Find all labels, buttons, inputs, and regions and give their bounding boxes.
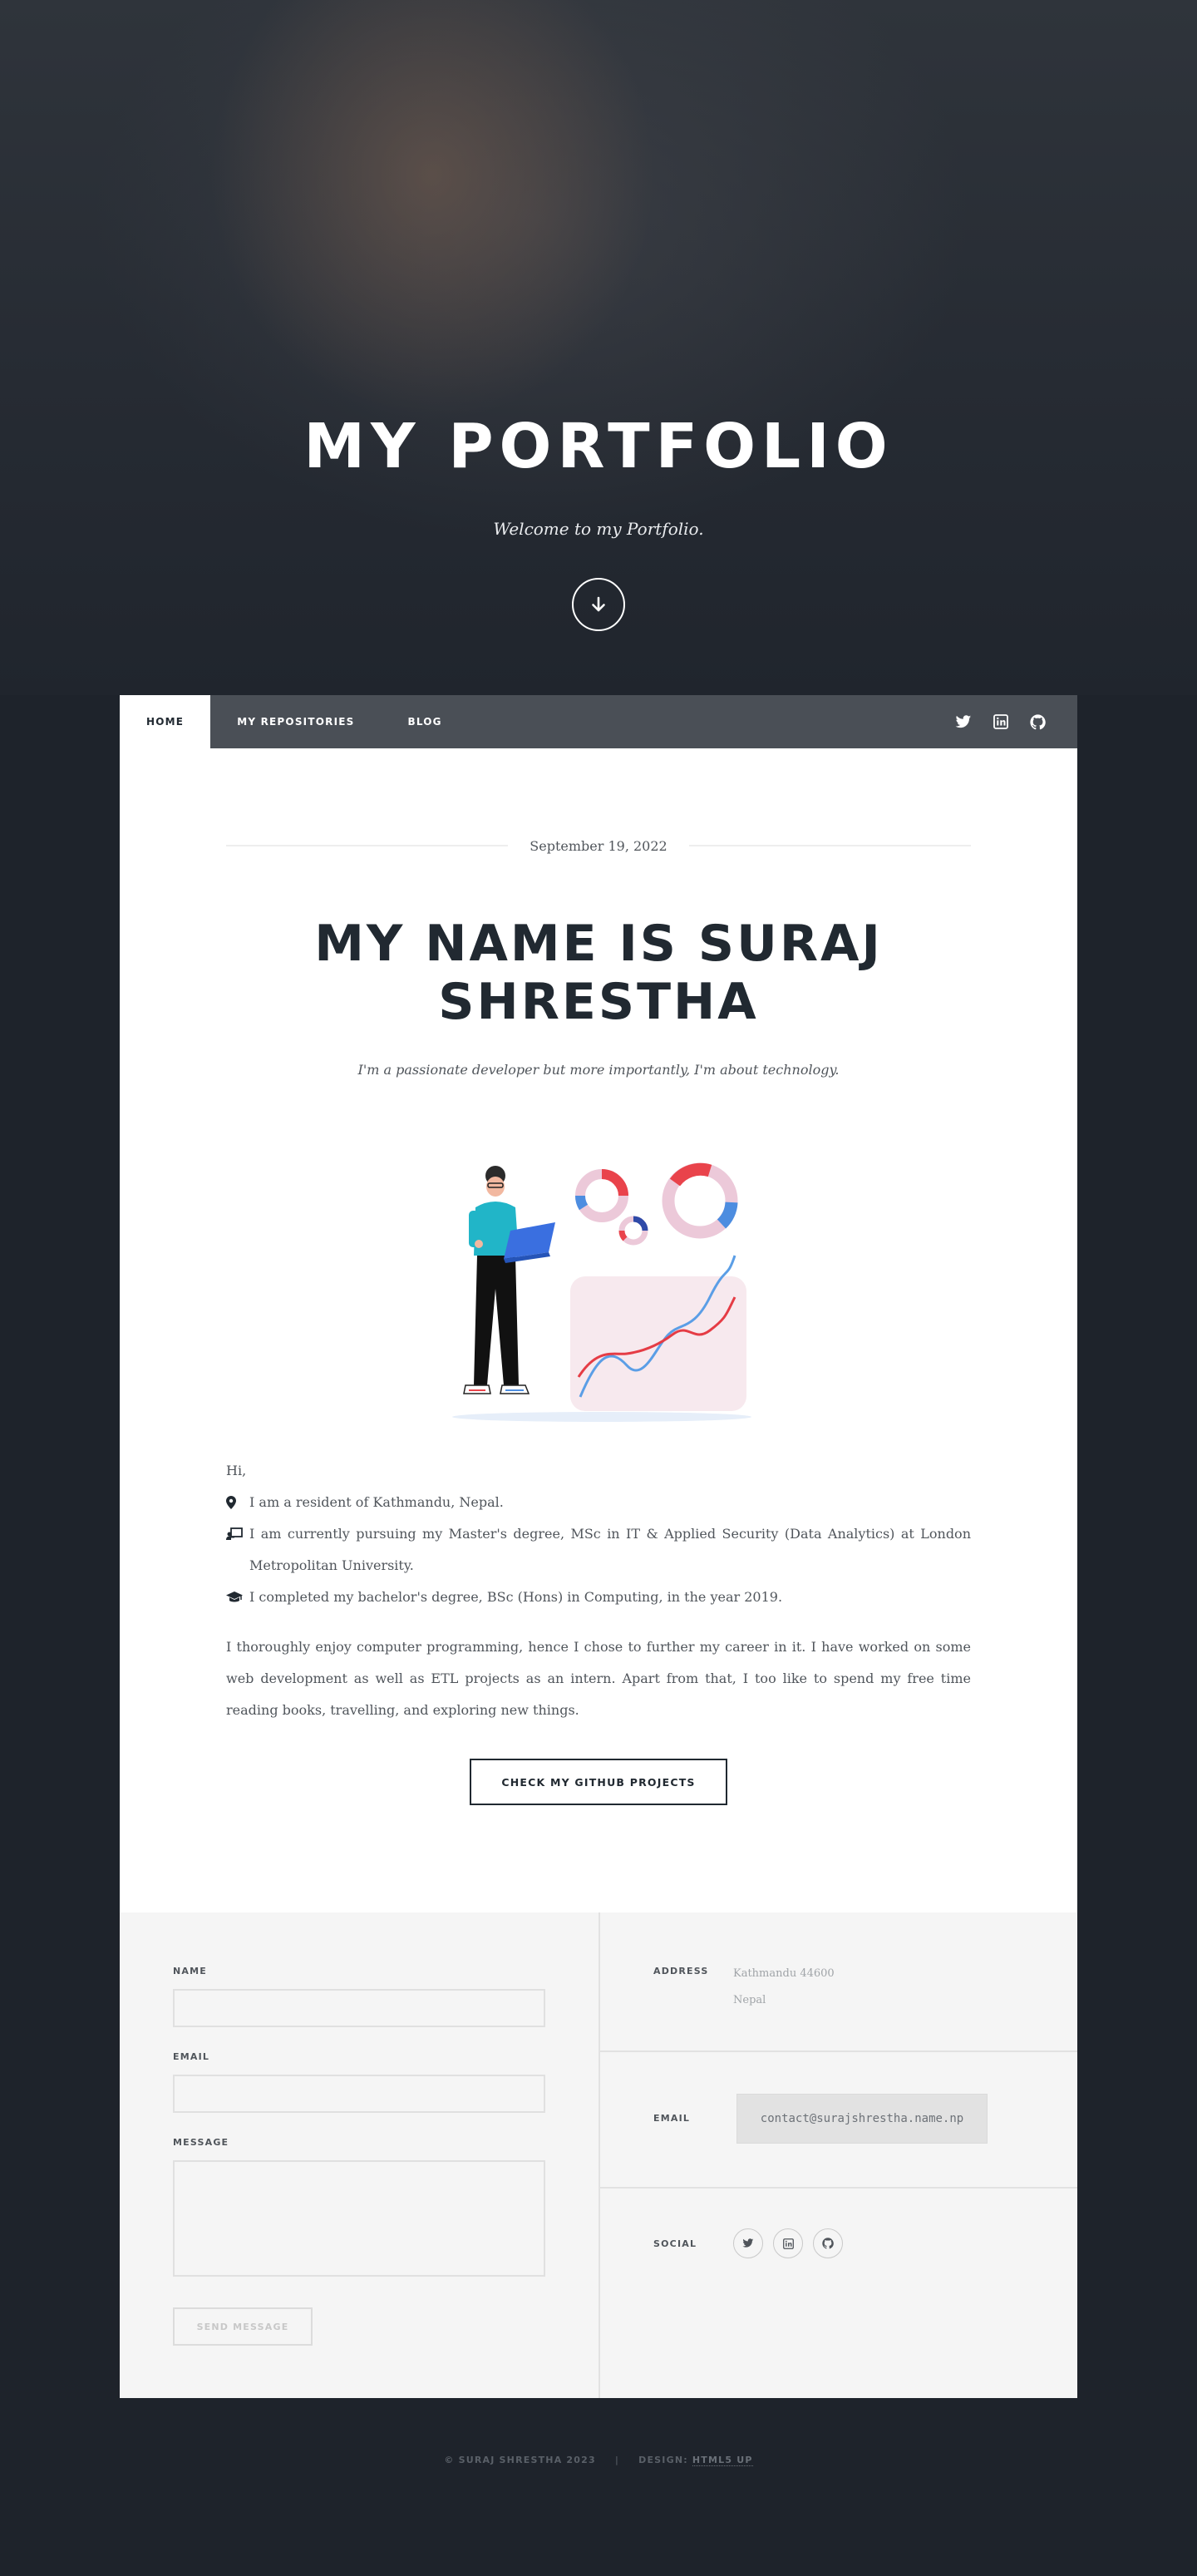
- social-links: [733, 2228, 843, 2258]
- fact-residence: I am a resident of Kathmandu, Nepal.: [226, 1487, 971, 1518]
- info-divider-1: [600, 2050, 1077, 2052]
- post-date: September 19, 2022: [530, 837, 667, 854]
- fact-bachelors-text: I completed my bachelor's degree, BSc (H…: [249, 1589, 783, 1605]
- fact-masters: I am currently pursuing my Master's degr…: [226, 1518, 971, 1582]
- hero-section: MY PORTFOLIO Welcome to my Portfolio.: [0, 0, 1197, 695]
- github-icon[interactable]: [1030, 713, 1046, 730]
- developer-analytics-illustration: [452, 1162, 751, 1422]
- about-paragraph: I thoroughly enjoy computer programming,…: [226, 1639, 971, 1718]
- message-textarea[interactable]: [173, 2160, 545, 2277]
- post-article: September 19, 2022 MY NAME IS SURAJ SHRE…: [120, 748, 1077, 1912]
- main-nav: HOME MY REPOSITORIES BLOG: [120, 695, 1077, 748]
- design-label: DESIGN:: [638, 2455, 688, 2465]
- post-body: Hi, I am a resident of Kathmandu, Nepal.…: [226, 1455, 971, 1726]
- nav-item-blog[interactable]: BLOG: [381, 695, 468, 748]
- nav-item-my-repositories[interactable]: MY REPOSITORIES: [210, 695, 381, 748]
- graduation-cap-icon: [226, 1582, 249, 1613]
- email-field[interactable]: [173, 2075, 545, 2113]
- linkedin-icon[interactable]: [993, 714, 1008, 729]
- arrow-down-icon: [592, 596, 605, 612]
- hero-title: MY PORTFOLIO: [303, 411, 894, 482]
- date-divider-left: [226, 845, 509, 846]
- nav-social-links: [955, 713, 1077, 730]
- address-value: Kathmandu 44600 Nepal: [733, 1961, 835, 2014]
- post-title: MY NAME IS SURAJ SHRESTHA: [314, 915, 883, 1031]
- nav-item-home[interactable]: HOME: [120, 695, 211, 748]
- address-line-country: Nepal: [733, 1994, 766, 2006]
- email-info-label: EMAIL: [653, 2113, 691, 2124]
- fact-residence-text: I am a resident of Kathmandu, Nepal.: [249, 1494, 504, 1510]
- design-credit-link[interactable]: HTML5 UP: [692, 2455, 753, 2466]
- greeting-text: Hi,: [226, 1463, 247, 1478]
- post-subtitle: I'm a passionate developer but more impo…: [357, 1062, 840, 1078]
- chalkboard-teacher-icon: [226, 1518, 249, 1550]
- copyright-text: © SURAJ SHRESTHA 2023: [444, 2455, 596, 2465]
- info-divider-2: [600, 2187, 1077, 2189]
- copyright-separator: |: [614, 2455, 620, 2465]
- github-projects-button[interactable]: CHECK MY GITHUB PROJECTS: [470, 1759, 727, 1805]
- github-icon[interactable]: [813, 2228, 843, 2258]
- send-message-button[interactable]: SEND MESSAGE: [173, 2307, 313, 2346]
- hero-subtitle: Welcome to my Portfolio.: [493, 519, 704, 539]
- scroll-down-button[interactable]: [572, 578, 625, 631]
- address-label: ADDRESS: [653, 1966, 709, 1976]
- contact-section: NAME EMAIL MESSAGE SEND MESSAGE ADDRESS …: [120, 1912, 1077, 2398]
- social-label: SOCIAL: [653, 2238, 697, 2249]
- twitter-icon[interactable]: [955, 714, 972, 729]
- fact-bachelors: I completed my bachelor's degree, BSc (H…: [226, 1582, 971, 1613]
- email-label: EMAIL: [173, 2051, 210, 2062]
- email-link[interactable]: contact@surajshrestha.name.np: [736, 2094, 988, 2144]
- contact-column-divider: [598, 1912, 600, 2398]
- date-divider-right: [688, 845, 971, 846]
- message-label: MESSAGE: [173, 2137, 229, 2148]
- fact-masters-text: I am currently pursuing my Master's degr…: [249, 1526, 971, 1573]
- name-field[interactable]: [173, 1989, 545, 2027]
- map-marker-icon: [226, 1487, 249, 1518]
- linkedin-icon[interactable]: [773, 2228, 803, 2258]
- post-date-row: September 19, 2022: [226, 838, 971, 854]
- copyright-bar: © SURAJ SHRESTHA 2023 | DESIGN: HTML5 UP: [0, 2455, 1197, 2466]
- twitter-icon[interactable]: [733, 2228, 763, 2258]
- name-label: NAME: [173, 1966, 207, 1976]
- address-line-city: Kathmandu 44600: [733, 1967, 835, 1980]
